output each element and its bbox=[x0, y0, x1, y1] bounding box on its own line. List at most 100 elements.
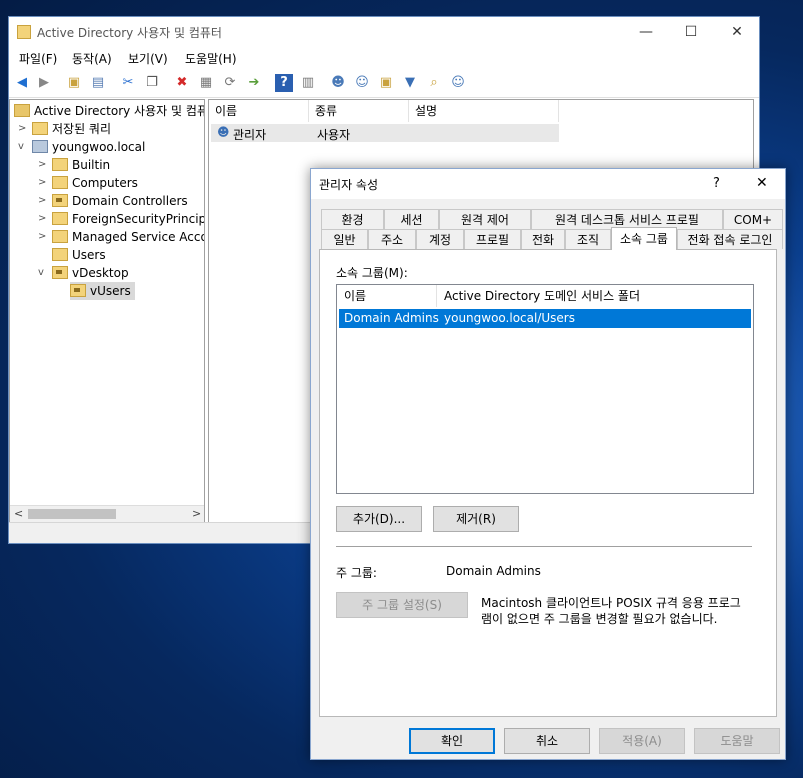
cancel-button[interactable]: 취소 bbox=[504, 728, 590, 754]
folder-icon bbox=[52, 212, 68, 225]
tree-item-label: Users bbox=[72, 248, 106, 262]
set-primary-group-button[interactable]: 주 그룹 설정(S) bbox=[336, 592, 468, 618]
remove-button[interactable]: 제거(R) bbox=[433, 506, 519, 532]
tab-member-of[interactable]: 소속 그룹 bbox=[611, 227, 677, 250]
export-list-icon[interactable]: ➔ bbox=[245, 74, 263, 92]
close-icon[interactable]: ✕ bbox=[756, 175, 768, 191]
chevron-right-icon[interactable]: > bbox=[18, 123, 26, 134]
tree-item-label: youngwoo.local bbox=[52, 140, 146, 154]
tab-environment[interactable]: 환경 bbox=[321, 209, 384, 229]
tab-sessions[interactable]: 세션 bbox=[384, 209, 439, 229]
close-icon[interactable]: ✕ bbox=[722, 21, 752, 43]
app-icon bbox=[17, 25, 31, 39]
scroll-right-icon[interactable]: > bbox=[192, 507, 201, 520]
tree-item-vusers[interactable]: vUsers bbox=[70, 282, 135, 300]
chevron-right-icon[interactable]: > bbox=[38, 231, 46, 242]
chevron-right-icon[interactable]: > bbox=[38, 213, 46, 224]
refresh-icon[interactable]: ⟳ bbox=[221, 74, 239, 92]
column-header-name[interactable]: 이름 bbox=[337, 285, 437, 307]
tree-item-users[interactable]: Users bbox=[52, 246, 106, 264]
menu-bar: 파일(F) 동작(A) 보기(V) 도움말(H) bbox=[9, 47, 759, 69]
horizontal-scrollbar[interactable]: < > bbox=[10, 505, 204, 522]
help-button[interactable]: 도움말 bbox=[694, 728, 780, 754]
tab-remote-desktop-profile[interactable]: 원격 데스크톱 서비스 프로필 bbox=[531, 209, 723, 229]
column-header-type[interactable]: 종류 bbox=[309, 100, 409, 122]
tree-item-saved-queries[interactable]: 저장된 쿼리 bbox=[32, 120, 111, 138]
help-icon[interactable]: ? bbox=[275, 74, 293, 92]
column-header-name[interactable]: 이름 bbox=[209, 100, 309, 122]
apply-button[interactable]: 적용(A) bbox=[599, 728, 685, 754]
filter-icon[interactable]: ▼ bbox=[401, 74, 419, 92]
tab-organization[interactable]: 조직 bbox=[565, 229, 611, 249]
tree-item-managed-service-accounts[interactable]: Managed Service Accou bbox=[52, 228, 205, 246]
member-of-list[interactable]: 이름 Active Directory 도메인 서비스 폴더 Domain Ad… bbox=[336, 284, 754, 494]
menu-action[interactable]: 동작(A) bbox=[72, 50, 112, 67]
properties-icon[interactable]: ▦ bbox=[197, 74, 215, 92]
tab-profile[interactable]: 프로필 bbox=[464, 229, 521, 249]
chevron-right-icon[interactable]: > bbox=[38, 195, 46, 206]
tree-item-foreign-security-principals[interactable]: ForeignSecurityPrincipals bbox=[52, 210, 204, 228]
maximize-icon[interactable]: ☐ bbox=[676, 21, 706, 43]
menu-file[interactable]: 파일(F) bbox=[19, 50, 57, 67]
scroll-thumb[interactable] bbox=[28, 509, 116, 519]
forward-arrow-icon[interactable]: ▶ bbox=[35, 74, 53, 92]
user-icon: ☻ bbox=[217, 125, 230, 139]
new-group-icon[interactable]: ☺ bbox=[353, 74, 371, 92]
chevron-down-icon[interactable]: v bbox=[38, 267, 44, 278]
tab-com-plus[interactable]: COM+ bbox=[723, 209, 783, 229]
new-user-icon[interactable]: ☻ bbox=[329, 74, 347, 92]
copy-icon[interactable]: ❐ bbox=[143, 74, 161, 92]
tree-item-label: Managed Service Accou bbox=[72, 230, 205, 244]
tab-account[interactable]: 계정 bbox=[416, 229, 464, 249]
domain-icon bbox=[32, 140, 48, 153]
tree-item-domain-controllers[interactable]: Domain Controllers bbox=[52, 192, 188, 210]
new-ou-icon[interactable]: ▣ bbox=[377, 74, 395, 92]
tree-item-label: Computers bbox=[72, 176, 138, 190]
tab-remote-control[interactable]: 원격 제어 bbox=[439, 209, 531, 229]
up-folder-icon[interactable]: ▣ bbox=[65, 74, 83, 92]
list-item[interactable]: ☻ 관리자 사용자 bbox=[211, 124, 559, 142]
tab-dial-in[interactable]: 전화 접속 로그인 bbox=[677, 229, 783, 249]
back-arrow-icon[interactable]: ◀ bbox=[13, 74, 31, 92]
tab-general[interactable]: 일반 bbox=[321, 229, 368, 249]
member-of-label: 소속 그룹(M): bbox=[336, 266, 408, 280]
delete-icon[interactable]: ✖ bbox=[173, 74, 191, 92]
scroll-left-icon[interactable]: < bbox=[14, 507, 23, 520]
minimize-icon[interactable]: — bbox=[631, 21, 661, 43]
separator bbox=[336, 546, 752, 547]
dialog-title-bar[interactable]: 관리자 속성 ? ✕ bbox=[311, 169, 785, 199]
tab-address[interactable]: 주소 bbox=[368, 229, 416, 249]
folder-icon bbox=[52, 158, 68, 171]
primary-group-label: 주 그룹: bbox=[336, 566, 377, 580]
column-header-folder[interactable]: Active Directory 도메인 서비스 폴더 bbox=[437, 285, 753, 307]
find-icon[interactable]: ⌕ bbox=[425, 74, 443, 92]
help-icon[interactable]: ? bbox=[713, 176, 720, 191]
tree-item-builtin[interactable]: Builtin bbox=[52, 156, 110, 174]
chevron-right-icon[interactable]: > bbox=[38, 177, 46, 188]
tree-item-domain[interactable]: youngwoo.local bbox=[32, 138, 145, 156]
show-action-pane-icon[interactable]: ▥ bbox=[299, 74, 317, 92]
window-title: Active Directory 사용자 및 컴퓨터 bbox=[37, 26, 222, 40]
chevron-right-icon[interactable]: > bbox=[38, 159, 46, 170]
list-item-selected[interactable]: Domain Admins youngwoo.local/Users bbox=[339, 309, 751, 328]
properties-dialog: 관리자 속성 ? ✕ 환경 세션 원격 제어 원격 데스크톱 서비스 프로필 C… bbox=[310, 168, 786, 760]
title-bar[interactable]: Active Directory 사용자 및 컴퓨터 — ☐ ✕ bbox=[9, 17, 759, 47]
tree-item-computers[interactable]: Computers bbox=[52, 174, 138, 192]
show-console-tree-icon[interactable]: ▤ bbox=[89, 74, 107, 92]
cut-icon[interactable]: ✂ bbox=[119, 74, 137, 92]
folder-icon bbox=[52, 248, 68, 261]
console-tree: Active Directory 사용자 및 컴퓨 > 저장된 쿼리 v you… bbox=[9, 99, 205, 523]
menu-help[interactable]: 도움말(H) bbox=[185, 50, 237, 67]
column-header-description[interactable]: 설명 bbox=[409, 100, 559, 122]
tree-item-vdesktop[interactable]: vDesktop bbox=[52, 264, 129, 282]
primary-group-info-line1: Macintosh 클라이언트나 POSIX 규격 응용 프로그 bbox=[481, 596, 741, 610]
tree-root[interactable]: Active Directory 사용자 및 컴퓨 bbox=[14, 102, 204, 120]
ok-button[interactable]: 확인 bbox=[409, 728, 495, 754]
tab-telephones[interactable]: 전화 bbox=[521, 229, 565, 249]
chevron-down-icon[interactable]: v bbox=[18, 141, 24, 152]
tree-item-label: vDesktop bbox=[72, 266, 129, 280]
tree-item-label: Builtin bbox=[72, 158, 111, 172]
add-button[interactable]: 추가(D)... bbox=[336, 506, 422, 532]
add-to-group-icon[interactable]: ☺ bbox=[449, 74, 467, 92]
menu-view[interactable]: 보기(V) bbox=[128, 50, 168, 67]
